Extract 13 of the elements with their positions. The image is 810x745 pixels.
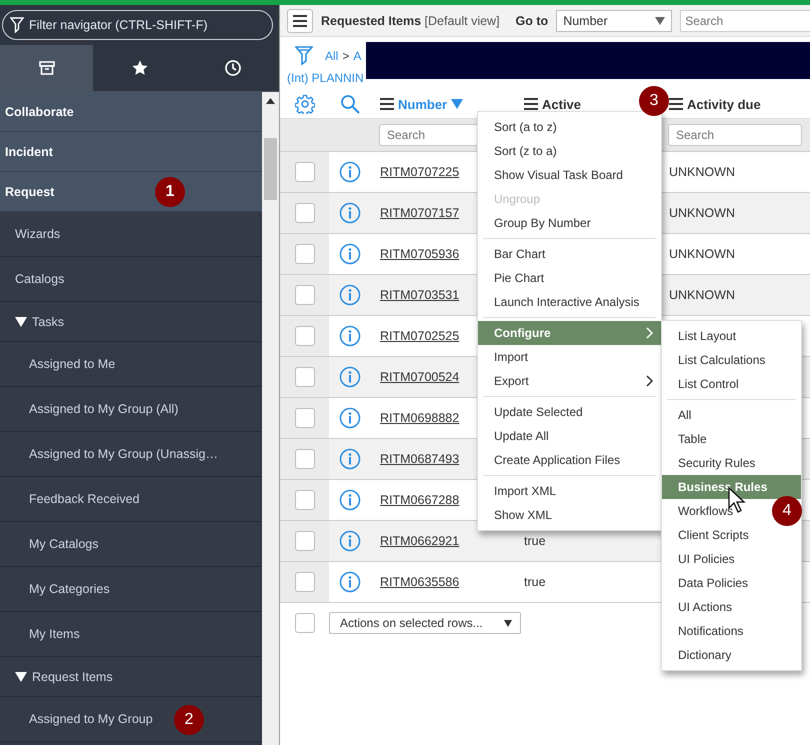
table-cell: UNKNOWN (669, 288, 735, 302)
breadcrumb-separator: > (342, 49, 350, 63)
callout-badge: 4 (772, 496, 802, 526)
callout-badge: 2 (174, 705, 204, 735)
list-title: Requested Items [Default view] (321, 14, 500, 28)
table-cell: UNKNOWN (669, 206, 735, 220)
callout-badge: 1 (155, 177, 185, 207)
goto-label: Go to (516, 14, 548, 28)
table-cell: UNKNOWN (669, 247, 735, 261)
table-cell: UNKNOWN (669, 165, 735, 179)
table-cell: true (524, 534, 546, 548)
table-cell: true (524, 575, 546, 589)
callout-badge: 3 (639, 86, 669, 116)
